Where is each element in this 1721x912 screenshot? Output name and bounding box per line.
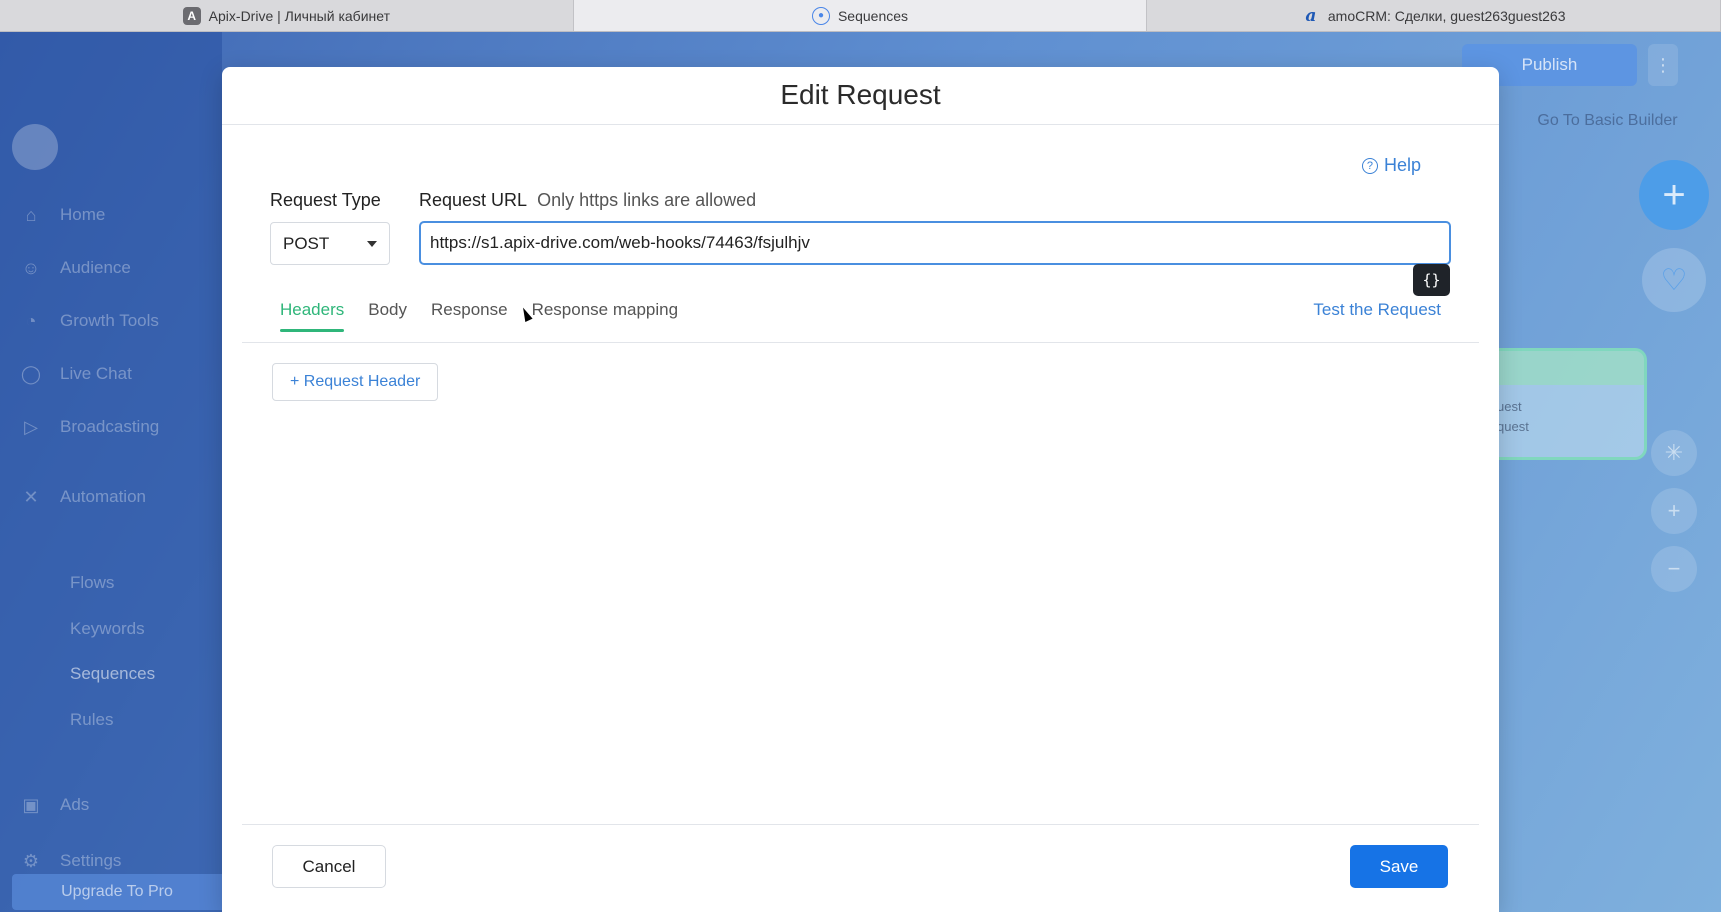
browser-tab-label: Sequences [837,7,909,24]
zoom-in-icon[interactable]: + [1651,488,1697,534]
upgrade-button[interactable]: Upgrade To Pro [12,874,222,910]
browser-tab-apix[interactable]: A Apix-Drive | Личный кабинет [0,0,574,31]
help-label: Help [1383,155,1421,175]
help-circle-icon: ? [1361,157,1378,174]
automation-icon: ✕ [23,486,39,507]
browser-tab-bar: A Apix-Drive | Личный кабинет ● Sequence… [0,0,1721,32]
sidebar-subitem-sequences[interactable]: Sequences [70,664,155,684]
home-icon: ⌂ [25,204,37,225]
request-type-label: Request Type [270,190,381,210]
request-type-value: POST [283,233,330,253]
sidebar-item-automation[interactable]: ✕ Automation [20,486,146,508]
tab-body[interactable]: Body [368,294,407,332]
divider [222,124,1499,125]
tab-response[interactable]: Response [431,294,508,332]
sidebar: ⌂ Home ☺ Audience ◔ Growth Tools ◯ Live … [0,32,222,912]
flow-node-line: quest [1497,419,1529,434]
save-button[interactable]: Save [1350,845,1448,888]
sidebar-item-broadcasting[interactable]: ▷ Broadcasting [20,416,159,438]
chat-icon: ◯ [20,363,42,384]
growth-icon: ◔ [25,310,37,331]
test-request-link[interactable]: Test the Request [1313,300,1441,320]
add-request-header-button[interactable]: + Request Header [272,363,439,401]
add-step-button[interactable]: + [1639,160,1709,230]
divider [242,824,1479,825]
sidebar-item-label: Settings [60,851,122,870]
browser-tab-label: amoCRM: Сделки, guest263guest263 [1327,7,1566,24]
request-url-label: Request URL [419,190,528,210]
amocrm-favicon-icon: a [1305,5,1317,26]
edit-request-modal: Edit Request ? Help Request Type Request… [222,67,1499,912]
sidebar-item-settings[interactable]: ⚙ Settings [20,850,122,872]
sidebar-item-label: Home [60,205,106,224]
tab-response-mapping[interactable]: Response mapping [532,294,678,332]
sidebar-item-label: Live Chat [60,364,132,383]
sidebar-item-label: Growth Tools [60,311,159,330]
request-url-label-row: Request URL Only https links are allowed [419,190,756,211]
flow-node-line: uest [1497,399,1522,414]
sidebar-item-home[interactable]: ⌂ Home [20,204,106,226]
sidebar-item-label: Broadcasting [60,417,160,436]
apix-drive-favicon-icon: A [182,6,201,25]
sidebar-item-label: Ads [60,795,90,814]
divider [242,342,1479,343]
help-link[interactable]: ? Help [1361,155,1421,176]
avatar[interactable] [12,124,58,170]
request-type-select[interactable]: POST [270,222,390,265]
sidebar-subitem-rules[interactable]: Rules [70,710,113,730]
sidebar-item-growth-tools[interactable]: ◔ Growth Tools [20,310,159,332]
request-tabs: Headers Body Response Response mapping [280,294,702,332]
browser-tab-sequences[interactable]: ● Sequences [573,0,1148,31]
more-options-icon[interactable]: ⋮ [1648,44,1678,86]
modal-title: Edit Request [780,79,941,110]
sidebar-item-audience[interactable]: ☺ Audience [20,257,131,279]
cancel-button[interactable]: Cancel [272,845,386,888]
zoom-out-icon[interactable]: − [1651,546,1697,592]
sidebar-item-live-chat[interactable]: ◯ Live Chat [20,363,132,385]
insert-variable-button[interactable]: {} [1413,264,1450,296]
send-icon: ▷ [24,416,38,437]
basic-builder-link[interactable]: Go To Basic Builder [1520,112,1695,130]
magic-wand-icon[interactable]: ✳ [1651,430,1697,476]
browser-tab-label: Apix-Drive | Личный кабинет [208,7,390,24]
sidebar-subitem-flows[interactable]: Flows [70,573,114,593]
tab-headers[interactable]: Headers [280,294,345,332]
sequences-favicon-icon: ● [811,6,830,25]
browser-tab-amocrm[interactable]: a amoCRM: Сделки, guest263guest263 [1147,0,1721,31]
sidebar-item-ads[interactable]: ▣ Ads [20,794,89,816]
request-url-input[interactable] [419,221,1451,265]
heart-icon[interactable]: ♡ [1642,248,1706,312]
chevron-down-icon [367,240,377,247]
ads-icon: ▣ [22,794,40,815]
user-icon: ☺ [21,257,41,278]
sidebar-item-label: Automation [60,487,146,506]
sidebar-subitem-keywords[interactable]: Keywords [70,619,145,639]
settings-icon: ⚙ [22,850,40,871]
sidebar-item-label: Audience [60,258,131,277]
request-url-hint: Only https links are allowed [537,190,757,210]
